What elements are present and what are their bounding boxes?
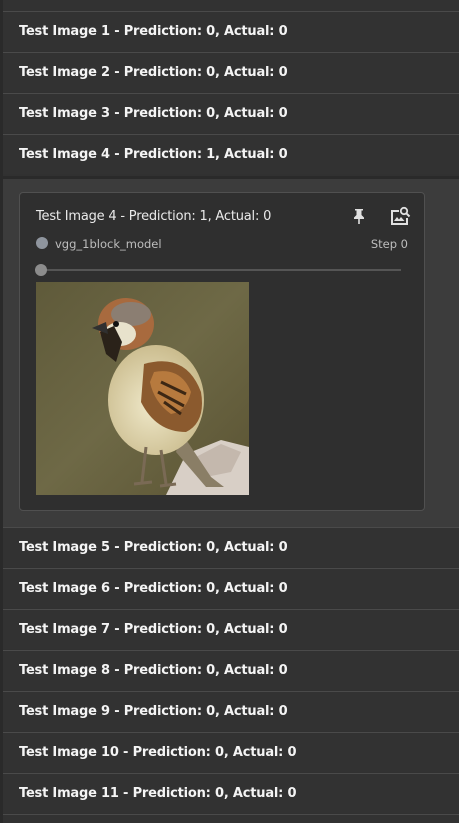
list-item[interactable]: Test Image 2 - Prediction: 0, Actual: 0 [3, 52, 459, 92]
pin-icon[interactable] [350, 207, 368, 225]
list-item-label: Test Image 4 - Prediction: 1, Actual: 0 [19, 147, 288, 162]
list-item[interactable]: Test Image 7 - Prediction: 0, Actual: 0 [3, 609, 459, 649]
list-item[interactable]: Test Image 9 - Prediction: 0, Actual: 0 [3, 691, 459, 731]
step-slider-track[interactable] [40, 269, 401, 271]
list-item-label: Test Image 9 - Prediction: 0, Actual: 0 [19, 704, 288, 719]
sample-image [36, 282, 249, 495]
list-item-label: Test Image 6 - Prediction: 0, Actual: 0 [19, 581, 288, 596]
list-item[interactable] [3, 0, 459, 11]
run-color-dot [36, 237, 48, 249]
list-item[interactable]: Test Image 8 - Prediction: 0, Actual: 0 [3, 650, 459, 690]
list-item[interactable] [3, 814, 459, 823]
card-title: Test Image 4 - Prediction: 1, Actual: 0 [36, 209, 272, 224]
list-item[interactable]: Test Image 3 - Prediction: 0, Actual: 0 [3, 93, 459, 133]
list-item[interactable]: Test Image 1 - Prediction: 0, Actual: 0 [3, 11, 459, 51]
list-item[interactable]: Test Image 10 - Prediction: 0, Actual: 0 [3, 732, 459, 772]
list-item-label: Test Image 8 - Prediction: 0, Actual: 0 [19, 663, 288, 678]
list-item-label: Test Image 3 - Prediction: 0, Actual: 0 [19, 106, 288, 121]
step-slider-thumb[interactable] [35, 264, 47, 276]
expanded-content: Test Image 4 - Prediction: 1, Actual: 0 … [3, 176, 459, 527]
list-item[interactable]: Test Image 11 - Prediction: 0, Actual: 0 [3, 773, 459, 813]
sparrow-image [36, 282, 249, 495]
image-search-icon[interactable] [389, 206, 411, 226]
image-card: Test Image 4 - Prediction: 1, Actual: 0 … [19, 192, 425, 511]
list-item-label: Test Image 5 - Prediction: 0, Actual: 0 [19, 540, 288, 555]
list-item-label: Test Image 1 - Prediction: 0, Actual: 0 [19, 24, 288, 39]
list-item-label: Test Image 10 - Prediction: 0, Actual: 0 [19, 745, 297, 760]
list-item-label: Test Image 2 - Prediction: 0, Actual: 0 [19, 65, 288, 80]
list-item-label: Test Image 7 - Prediction: 0, Actual: 0 [19, 622, 288, 637]
list-item-expanded[interactable]: Test Image 4 - Prediction: 1, Actual: 0 [3, 134, 459, 174]
step-label: Step 0 [370, 237, 408, 251]
list-item-label: Test Image 11 - Prediction: 0, Actual: 0 [19, 786, 297, 801]
list-item[interactable]: Test Image 6 - Prediction: 0, Actual: 0 [3, 568, 459, 608]
list-item[interactable]: Test Image 5 - Prediction: 0, Actual: 0 [3, 527, 459, 567]
image-list-panel: Test Image 1 - Prediction: 0, Actual: 0 … [3, 0, 459, 823]
run-name: vgg_1block_model [55, 237, 162, 251]
